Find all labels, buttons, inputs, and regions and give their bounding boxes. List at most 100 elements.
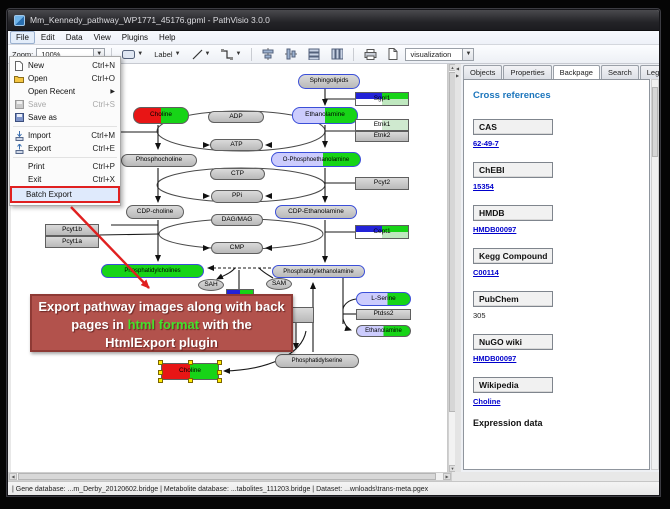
gene-node-etnk1[interactable]: Etnk1 [355,119,409,131]
node-ethanolamine[interactable]: Ethanolamine [292,107,358,124]
xref-link[interactable]: 15354 [473,182,640,191]
menu-edit[interactable]: Edit [36,32,60,43]
canvas-vertical-scrollbar[interactable]: ▲ ▼ [448,64,455,472]
menu-view[interactable]: View [89,32,116,43]
menu-item-open[interactable]: OpenCtrl+O [10,72,120,85]
backpage-panel: Cross references CAS 62-49-7 ChEBI 15354… [463,79,650,470]
xref-link[interactable]: 62-49-7 [473,139,640,148]
tab-legend[interactable]: Legend [640,65,660,79]
elbow-connector-icon [221,49,233,60]
scrollbar-thumb[interactable] [652,87,658,157]
gene-node-cept1[interactable]: Cept1 [355,225,409,239]
selection-handle[interactable] [188,360,193,365]
tab-backpage[interactable]: Backpage [553,65,600,79]
datanode-tool-button[interactable]: ▼ [118,47,147,62]
selection-handle[interactable] [158,360,163,365]
line-icon [192,49,203,60]
menu-plugins[interactable]: Plugins [117,32,153,43]
tab-objects[interactable]: Objects [463,65,502,79]
menu-file[interactable]: File [10,31,35,44]
node-phosphatidylethanolamine[interactable]: Phosphatidylethanolamine [272,265,365,278]
collapse-left-icon[interactable]: ◀ [456,66,459,71]
cross-references-heading: Cross references [473,90,640,101]
canvas-horizontal-scrollbar[interactable]: ◀ ▶ [8,472,452,481]
node-adp[interactable]: ADP [208,111,264,123]
gene-node-etnk2[interactable]: Etnk2 [355,131,409,142]
align-middle-button[interactable] [281,47,301,62]
menu-item-open-recent[interactable]: Open Recent ▶ [10,85,120,98]
gene-node-ptdss2[interactable]: Ptdss2 [356,309,411,320]
menu-item-print[interactable]: PrintCtrl+P [10,160,120,173]
node-l-serine[interactable]: L-Serine [356,292,411,306]
sidebar-scrollbar[interactable] [651,79,659,470]
copy-page-button[interactable] [384,47,402,62]
selection-handle[interactable] [217,360,222,365]
line-tool-button[interactable]: ▼ [188,47,215,62]
scroll-left-icon[interactable]: ◀ [9,473,17,480]
annotation-callout: Export pathway images along with back pa… [30,294,293,352]
visualization-combobox[interactable]: visualization ▼ [405,48,474,61]
node-sphingolipids[interactable]: Sphingolipids [298,74,360,89]
menu-item-new[interactable]: NewCtrl+N [10,59,120,72]
node-ethanolamine-out[interactable]: Ethanolamine [356,325,411,337]
menu-help[interactable]: Help [154,32,180,43]
selection-handle[interactable] [158,378,163,383]
tab-search[interactable]: Search [601,65,639,79]
stack-columns-button[interactable] [327,47,347,62]
node-phosphocholine[interactable]: Phosphocholine [121,154,197,167]
node-cdp-choline[interactable]: CDP-choline [126,205,184,219]
selection-handle[interactable] [217,378,222,383]
print-button[interactable] [360,47,381,62]
tab-properties[interactable]: Properties [503,65,551,79]
xref-source: NuGO wiki [473,334,553,350]
node-sam[interactable]: SAM [266,278,292,290]
menu-item-export[interactable]: ExportCtrl+E [10,142,120,155]
gene-node-pcyt1a[interactable]: Pcyt1a [45,236,99,248]
xref-link[interactable]: C00114 [473,268,640,277]
xref-section: PubChem 305 [473,289,640,320]
gene-node-pcyt1b[interactable]: Pcyt1b [45,224,99,236]
align-center-button[interactable] [258,47,278,62]
gene-node-pcyt2[interactable]: Pcyt2 [355,177,409,190]
node-atp[interactable]: ATP [210,139,263,151]
xref-link[interactable]: HMDB00097 [473,225,640,234]
menu-item-exit[interactable]: ExitCtrl+X [10,173,120,186]
scroll-right-icon[interactable]: ▶ [443,473,451,480]
node-phosphatidylserine[interactable]: Phosphatidylserine [275,354,359,368]
callout-line-2: pages in html format with the [32,316,291,334]
node-choline[interactable]: Choline [133,107,189,124]
node-sah[interactable]: SAH [198,279,224,291]
node-choline-selected[interactable]: Choline [161,363,219,380]
printer-icon [364,49,377,60]
import-icon [13,131,25,141]
node-ctp[interactable]: CTP [210,168,265,180]
node-cmp[interactable]: CMP [211,242,263,254]
chevron-down-icon: ▼ [175,51,181,57]
selection-handle[interactable] [217,370,222,375]
label-tool-button[interactable]: Label ▼ [150,47,184,62]
selection-handle[interactable] [158,370,163,375]
stack-rows-button[interactable] [304,47,324,62]
collapse-right-icon[interactable]: ▶ [456,73,459,78]
xref-link[interactable]: Choline [473,397,640,406]
xref-section: ChEBI 15354 [473,160,640,191]
node-phosphatidylcholines[interactable]: Phosphatidylcholines [101,264,204,278]
menu-item-import[interactable]: ImportCtrl+M [10,129,120,142]
menu-bar: File Edit Data View Plugins Help [8,31,659,45]
node-cdp-ethanolamine[interactable]: CDP-Ethanolamine [275,205,357,219]
connector-tool-button[interactable]: ▼ [217,47,245,62]
menu-item-batch-export[interactable]: Batch Export [10,186,120,203]
gene-node-sgpl1[interactable]: Sgpl1 [355,92,409,106]
pathvisio-window: Mm_Kennedy_pathway_WP1771_45176.gpml - P… [7,9,660,496]
chevron-down-icon[interactable]: ▼ [462,49,473,60]
selection-handle[interactable] [188,378,193,383]
menu-data[interactable]: Data [61,32,88,43]
node-ppi[interactable]: PPi [211,190,263,203]
menu-item-save-as[interactable]: Save as [10,111,120,124]
xref-link[interactable]: HMDB00097 [473,354,640,363]
node-o-phosphoethanolamine[interactable]: O-Phosphoethanolamine [271,152,361,167]
menu-item-save[interactable]: SaveCtrl+S [10,98,120,111]
scrollbar-thumb[interactable] [18,473,436,480]
title-bar[interactable]: Mm_Kennedy_pathway_WP1771_45176.gpml - P… [8,10,659,31]
node-dag-mag[interactable]: DAG/MAG [211,214,263,226]
